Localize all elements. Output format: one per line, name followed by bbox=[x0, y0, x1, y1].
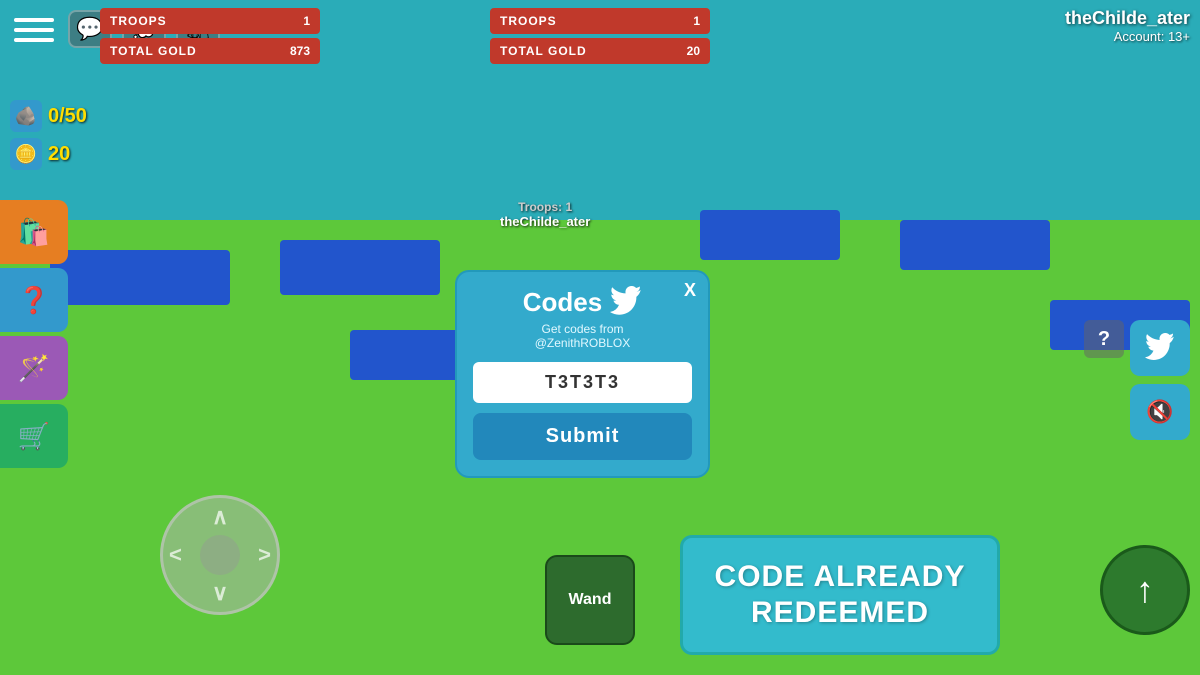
resource-row-rocks: 🪨 0/50 bbox=[10, 100, 87, 132]
redeemed-line1: CODE ALREADY bbox=[715, 560, 966, 593]
question-mark-icon: ? bbox=[1098, 328, 1110, 351]
hamburger-button[interactable] bbox=[10, 10, 58, 50]
gold-label-left: TOTAL GOLD bbox=[110, 44, 197, 58]
modal-subtitle-line2: @ZenithROBLOX bbox=[535, 336, 631, 350]
resource-panel: 🪨 0/50 🪙 20 bbox=[10, 100, 87, 170]
modal-title-row: Codes bbox=[473, 286, 692, 318]
dpad-right-arrow[interactable]: > bbox=[258, 542, 271, 568]
troops-value-left: 1 bbox=[303, 14, 310, 28]
troop-bars-right: TROOPS 1 TOTAL GOLD 20 bbox=[490, 8, 710, 64]
gold-label-right: TOTAL GOLD bbox=[500, 44, 587, 58]
code-input-field[interactable] bbox=[473, 362, 692, 403]
right-panel: 🔇 bbox=[1130, 320, 1190, 440]
troop-bars-left: TROOPS 1 TOTAL GOLD 873 bbox=[100, 8, 320, 64]
wand-label: Wand bbox=[569, 591, 612, 609]
twitter-button[interactable] bbox=[1130, 320, 1190, 376]
dpad-center bbox=[200, 535, 240, 575]
dpad[interactable]: ∧ ∨ < > bbox=[160, 495, 280, 615]
volume-icon: 🔇 bbox=[1146, 399, 1173, 425]
up-arrow-button[interactable]: ↑ bbox=[1100, 545, 1190, 635]
gold-icon: 🪙 bbox=[10, 138, 42, 170]
platform-3 bbox=[700, 210, 840, 260]
troops-count-label: Troops: 1 bbox=[500, 200, 590, 214]
player-name-label: theChilde_ater bbox=[500, 214, 590, 229]
gold-value: 20 bbox=[48, 143, 70, 166]
troops-label-right: TROOPS bbox=[500, 14, 557, 28]
modal-title-text: Codes bbox=[523, 287, 602, 318]
question-sidebar-btn[interactable]: ❓ bbox=[0, 268, 68, 332]
platform-4 bbox=[900, 220, 1050, 270]
wand-button[interactable]: Wand bbox=[545, 555, 635, 645]
redeemed-banner: CODE ALREADY REDEEMED bbox=[680, 535, 1000, 655]
twitter-icon bbox=[1145, 333, 1175, 363]
wand-sidebar-btn[interactable]: 🪄 bbox=[0, 336, 68, 400]
submit-button[interactable]: Submit bbox=[473, 413, 692, 460]
gold-value-left: 873 bbox=[290, 44, 310, 58]
dpad-down-arrow[interactable]: ∨ bbox=[212, 580, 228, 606]
dpad-circle: ∧ ∨ < > bbox=[160, 495, 280, 615]
account-info: theChilde_ater Account: 13+ bbox=[1065, 8, 1190, 44]
gold-bar-left: TOTAL GOLD 873 bbox=[100, 38, 320, 64]
cart-sidebar-btn[interactable]: 🛒 bbox=[0, 404, 68, 468]
platform-2 bbox=[280, 240, 440, 295]
troops-bar-right: TROOPS 1 bbox=[490, 8, 710, 34]
account-age-label: Account: 13+ bbox=[1065, 29, 1190, 44]
player-label: Troops: 1 theChilde_ater bbox=[500, 200, 590, 229]
modal-subtitle: Get codes from @ZenithROBLOX bbox=[473, 322, 692, 350]
dpad-left-arrow[interactable]: < bbox=[169, 542, 182, 568]
rocks-icon: 🪨 bbox=[10, 100, 42, 132]
redeemed-line2: REDEEMED bbox=[751, 596, 929, 629]
gold-bar-right: TOTAL GOLD 20 bbox=[490, 38, 710, 64]
dpad-up-arrow[interactable]: ∧ bbox=[212, 504, 228, 530]
resource-row-gold: 🪙 20 bbox=[10, 138, 87, 170]
up-arrow-icon: ↑ bbox=[1136, 569, 1154, 611]
shop-sidebar-btn[interactable]: 🛍️ bbox=[0, 200, 68, 264]
left-sidebar: 🛍️ ❓ 🪄 🛒 bbox=[0, 200, 68, 468]
gold-value-right: 20 bbox=[687, 44, 700, 58]
platform-6 bbox=[350, 330, 470, 380]
modal-twitter-icon bbox=[610, 286, 642, 318]
volume-button[interactable]: 🔇 bbox=[1130, 384, 1190, 440]
redeemed-text: CODE ALREADY REDEEMED bbox=[715, 559, 966, 631]
troops-label-left: TROOPS bbox=[110, 14, 167, 28]
question-button[interactable]: ? bbox=[1084, 320, 1124, 358]
modal-subtitle-line1: Get codes from bbox=[541, 322, 623, 336]
rocks-value: 0/50 bbox=[48, 105, 87, 128]
username-label: theChilde_ater bbox=[1065, 8, 1190, 29]
codes-modal: X Codes Get codes from @ZenithROBLOX Sub… bbox=[455, 270, 710, 478]
modal-close-button[interactable]: X bbox=[684, 280, 696, 301]
troops-bar-left: TROOPS 1 bbox=[100, 8, 320, 34]
platform-1 bbox=[50, 250, 230, 305]
troops-value-right: 1 bbox=[693, 14, 700, 28]
